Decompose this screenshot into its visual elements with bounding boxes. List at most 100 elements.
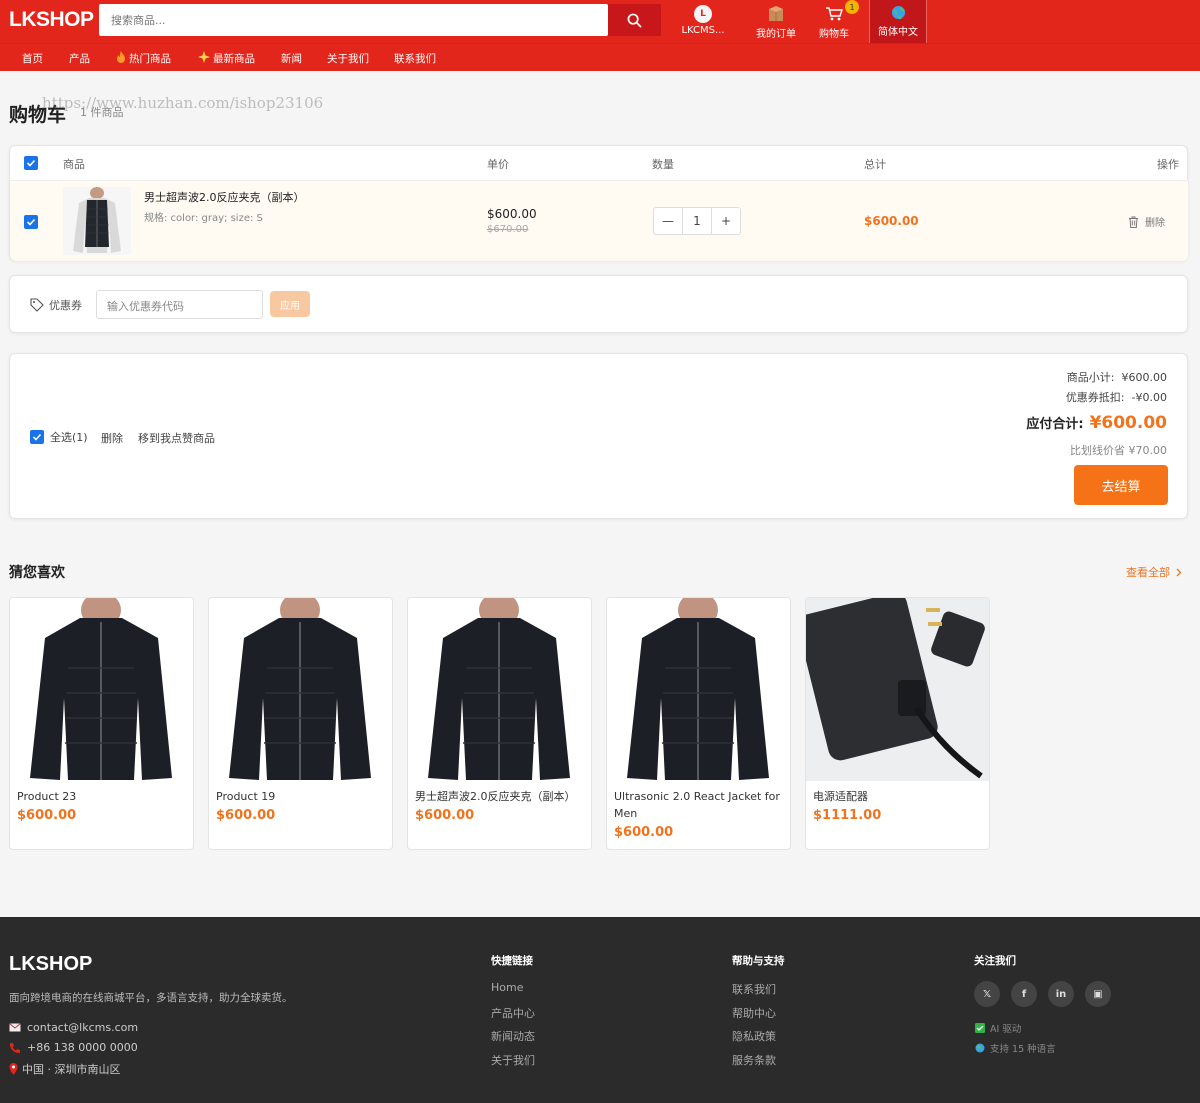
discount-label: 优惠券抵扣:	[1065, 391, 1125, 404]
product-price: $1111.00	[813, 808, 882, 823]
product-image	[408, 598, 591, 781]
item-checkbox[interactable]	[24, 215, 38, 229]
nav-news[interactable]: 新闻	[281, 51, 302, 66]
jacket-image	[428, 598, 570, 780]
footer-link-news[interactable]: 新闻动态	[491, 1028, 535, 1044]
row-total: $600.00	[864, 214, 919, 228]
cart-icon	[826, 7, 843, 21]
view-all-link[interactable]: 查看全部	[1126, 564, 1182, 580]
help-title: 帮助与支持	[732, 955, 785, 967]
recommend-title: 猜您喜欢	[9, 565, 65, 581]
col-action: 操作	[1157, 158, 1179, 171]
header-checkbox[interactable]	[24, 156, 38, 170]
language-tag-text: 支持 15 种语言	[990, 1044, 1056, 1055]
footer-email[interactable]: contact@lkcms.com	[9, 1021, 138, 1034]
cart-button[interactable]: 1 购物车	[813, 0, 859, 41]
jacket-image	[30, 598, 172, 780]
coupon-input[interactable]: 输入优惠券代码	[96, 290, 263, 319]
nav-hot[interactable]: 热门商品	[116, 51, 171, 66]
orders-label: 我的订单	[756, 29, 796, 40]
box-icon	[769, 6, 783, 21]
checkout-button[interactable]: 去结算	[1074, 465, 1168, 505]
quantity-value[interactable]: 1	[682, 208, 712, 234]
product-thumbnail[interactable]	[63, 187, 131, 255]
footer-link-privacy[interactable]: 隐私政策	[732, 1028, 776, 1044]
nav-about[interactable]: 关于我们	[327, 51, 369, 66]
search-button[interactable]	[608, 4, 661, 36]
decrease-button[interactable]: —	[654, 208, 682, 234]
nav-new-label: 最新商品	[213, 53, 255, 65]
site-footer: LKSHOP 面向跨境电商的在线商城平台，多语言支持，助力全球卖货。 conta…	[0, 917, 1200, 1103]
discount-line: 优惠券抵扣: -¥0.00	[1066, 389, 1167, 405]
fire-icon	[117, 51, 125, 63]
nav-products[interactable]: 产品	[69, 51, 90, 66]
subtotal-value: ¥600.00	[1121, 371, 1168, 384]
footer-phone-text: +86 138 0000 0000	[27, 1041, 138, 1054]
product-image	[806, 598, 989, 781]
product-name: Product 19	[216, 790, 276, 803]
select-all-checkbox[interactable]	[30, 430, 44, 444]
product-name[interactable]: 男士超声波2.0反应夹克（副本）	[144, 189, 305, 205]
cart-table: 商品 单价 数量 总计 操作 男士超声波2.0反应夹克（副本） 规格: colo…	[9, 145, 1188, 261]
coupon-label: 优惠券	[30, 297, 82, 313]
search-box	[99, 4, 608, 36]
sparkle-icon	[198, 51, 210, 63]
footer-link-contact[interactable]: 联系我们	[732, 981, 776, 997]
coupon-label-text: 优惠券	[49, 299, 82, 312]
footer-link-terms[interactable]: 服务条款	[732, 1052, 776, 1068]
quantity-stepper: — 1 +	[653, 207, 741, 235]
tag-icon	[30, 298, 44, 312]
checkout-summary: 全选(1) 删除 移到我点赞商品 商品小计: ¥600.00 优惠券抵扣: -¥…	[9, 353, 1188, 519]
search-input[interactable]	[99, 4, 608, 36]
checkmark-box-icon	[975, 1023, 985, 1033]
grand-total-value: ¥600.00	[1089, 413, 1167, 433]
product-card[interactable]: Product 23 $600.00	[9, 597, 194, 850]
product-price: $600.00	[216, 808, 276, 823]
product-name: 男士超声波2.0反应夹克（副本）	[415, 790, 576, 803]
original-price: $670.00	[487, 224, 529, 235]
site-logo[interactable]: LKSHOP	[9, 8, 94, 32]
move-to-favorites-button[interactable]: 移到我点赞商品	[138, 430, 215, 446]
bulk-delete-button[interactable]: 删除	[101, 430, 123, 446]
subtotal-line: 商品小计: ¥600.00	[1067, 369, 1167, 385]
footer-address-text: 中国 · 深圳市南山区	[22, 1063, 121, 1076]
select-all[interactable]: 全选(1)	[30, 429, 88, 445]
select-all-label: 全选(1)	[50, 431, 88, 444]
nav-home[interactable]: 首页	[22, 51, 43, 66]
x-twitter-icon[interactable]: 𝕏	[974, 981, 1000, 1007]
search-icon	[627, 13, 642, 27]
footer-phone[interactable]: +86 138 0000 0000	[9, 1041, 138, 1054]
footer-link-products[interactable]: 产品中心	[491, 1005, 535, 1021]
globe-icon	[975, 1043, 985, 1053]
coupon-panel: 优惠券 输入优惠券代码 应用	[9, 275, 1188, 333]
col-price: 单价	[487, 158, 509, 171]
user-menu[interactable]: L LKCMS...	[680, 3, 726, 41]
language-tag: 支持 15 种语言	[975, 1041, 1056, 1055]
product-image	[10, 598, 193, 781]
product-name: Ultrasonic 2.0 React Jacket for Men	[614, 790, 780, 820]
orders-button[interactable]: 我的订单	[753, 3, 799, 41]
product-card[interactable]: 男士超声波2.0反应夹克（副本） $600.00	[407, 597, 592, 850]
language-switcher[interactable]: 简体中文	[869, 0, 927, 43]
jacket-image	[627, 598, 769, 780]
increase-button[interactable]: +	[712, 208, 740, 234]
apply-coupon-button[interactable]: 应用	[270, 291, 310, 317]
linkedin-icon[interactable]: in	[1048, 981, 1074, 1007]
nav-contact[interactable]: 联系我们	[394, 51, 436, 66]
cart-label: 购物车	[819, 29, 849, 40]
col-product: 商品	[63, 158, 85, 171]
footer-link-about[interactable]: 关于我们	[491, 1052, 535, 1068]
main-nav: 首页 产品 热门商品 最新商品 新闻 关于我们 联系我们	[0, 43, 1200, 71]
product-card[interactable]: 电源适配器 $1111.00	[805, 597, 990, 850]
nav-new[interactable]: 最新商品	[198, 51, 255, 66]
product-price: $600.00	[614, 825, 674, 840]
product-card[interactable]: Ultrasonic 2.0 React Jacket for Men $600…	[606, 597, 791, 850]
facebook-icon[interactable]: f	[1011, 981, 1037, 1007]
cart-item-row: 男士超声波2.0反应夹克（副本） 规格: color: gray; size: …	[10, 180, 1188, 261]
footer-link-home[interactable]: Home	[491, 981, 523, 994]
footer-link-help[interactable]: 帮助中心	[732, 1005, 776, 1021]
instagram-icon[interactable]: ▣	[1085, 981, 1111, 1007]
cart-badge: 1	[845, 0, 859, 14]
delete-item-button[interactable]: 删除	[1128, 214, 1165, 229]
product-card[interactable]: Product 19 $600.00	[208, 597, 393, 850]
